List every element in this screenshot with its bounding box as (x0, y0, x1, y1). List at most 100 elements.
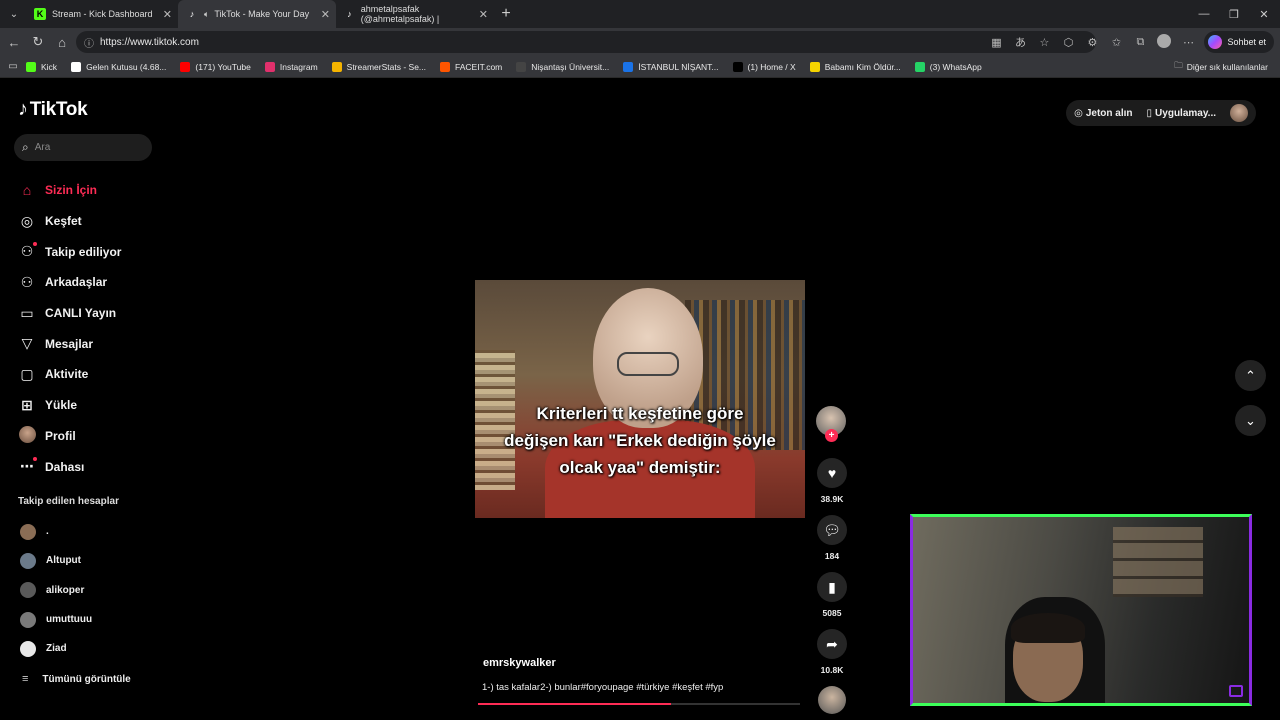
home-icon[interactable]: ⌂ (50, 30, 74, 54)
tab-title: ahmetalpsafak (@ahmetalpsafak) | (360, 4, 440, 24)
sidebar-item-5[interactable]: ▽ Mesajlar (18, 328, 121, 359)
reload-icon[interactable]: ↻ (26, 30, 50, 54)
following-account[interactable]: alikoper (20, 576, 92, 605)
bookmark-item[interactable]: Babamı Kim Öldür... (809, 61, 901, 72)
bookmark-label: Instagram (279, 61, 318, 72)
account-avatar (20, 611, 36, 628)
home-icon: ⌂ (22, 182, 32, 199)
video-author[interactable]: emrskywalker (483, 657, 556, 669)
tiktok-logo[interactable]: ♪ TikTok (18, 98, 88, 121)
following-account[interactable]: . (20, 517, 92, 546)
following-account[interactable]: umuttuuu (20, 605, 92, 634)
minimize-icon[interactable]: — (1188, 0, 1220, 28)
close-window-icon[interactable]: ✕ (1248, 0, 1280, 28)
bookmark-item[interactable]: Nişantaşı Üniversit... (516, 61, 609, 72)
new-tab-icon[interactable]: + (494, 5, 518, 23)
tab-kick-dashboard[interactable]: K Stream - Kick Dashboard ✕ (26, 0, 178, 28)
sidebar-item-4[interactable]: ▭ CANLI Yayın (18, 298, 121, 329)
bookmark-item[interactable]: (3) WhatsApp (914, 61, 982, 72)
other-bookmarks-folder[interactable]: 🗀︎ Diğer sık kullanılanlar (1174, 60, 1268, 74)
video-progress-bar[interactable] (478, 703, 800, 705)
browser-essentials-icon[interactable]: ⚙ (1080, 36, 1104, 49)
sidebar-item-label: Arkadaşlar (45, 275, 108, 290)
sidebar-item-7[interactable]: ⊞ Yükle (18, 390, 121, 421)
get-app-button[interactable]: ▯ Uygulamay... (1147, 108, 1216, 119)
bookmark-item[interactable]: (1) Home / X (732, 61, 796, 72)
tab-tiktok-home[interactable]: ♪ 🔈︎ TikTok - Make Your Day ✕ (178, 0, 336, 28)
address-bar-row: ← ↻ ⌂ ⓘ https://www.tiktok.com ▦ あ ☆ ⬡ ⚙… (0, 28, 1280, 56)
bookmark-icon[interactable]: ▮ (817, 572, 847, 602)
restore-icon[interactable]: ❐ (1218, 0, 1250, 28)
tiktok-logo-icon: ♪ (18, 98, 28, 120)
settings-more-icon[interactable]: ⋯ (1176, 36, 1200, 49)
sidebar-item-8[interactable]: Profil (18, 421, 121, 452)
previous-video-button[interactable]: ⌃ (1235, 360, 1266, 391)
close-tab-icon[interactable]: ✕ (479, 8, 488, 21)
webcam-shelf (1113, 527, 1203, 597)
bookmark-item[interactable]: (171) YouTube (180, 61, 251, 72)
save-action: ▮ 5085 (816, 572, 848, 618)
get-coins-button[interactable]: ◎ Jeton alın (1074, 108, 1132, 119)
copilot-button[interactable]: Sohbet et (1204, 31, 1274, 53)
close-tab-icon[interactable]: ✕ (321, 8, 330, 21)
search-icon: ⌕ (22, 140, 29, 154)
get-app-label: Uygulamay... (1155, 107, 1216, 119)
share-icon[interactable]: ➦ (817, 629, 847, 659)
sidebar-item-label: CANLI Yayın (45, 306, 117, 321)
sidebar-item-3[interactable]: ⚇ Arkadaşlar (18, 267, 121, 298)
next-video-button[interactable]: ⌄ (1235, 405, 1266, 436)
close-tab-icon[interactable]: ✕ (163, 8, 172, 21)
speaker-icon[interactable]: 🔈︎ (204, 9, 209, 20)
account-name: alikoper (46, 584, 85, 596)
extensions-icon[interactable]: ⬡ (1056, 36, 1080, 49)
tab-title: Stream - Kick Dashboard (52, 9, 153, 19)
bookmark-item[interactable]: Gelen Kutusu (4.68... (71, 61, 166, 72)
search-input[interactable]: ⌕ Ara (14, 134, 152, 161)
translate-icon[interactable]: あ (1008, 34, 1032, 50)
bookmark-item[interactable]: FACEIT.com (440, 61, 502, 72)
favorite-star-icon[interactable]: ☆ (1032, 36, 1056, 49)
sidebar-item-0[interactable]: ⌂ Sizin İçin (18, 175, 121, 206)
video-player[interactable]: Kriterleri tt keşfetine göre değişen kar… (475, 280, 805, 518)
video-person-glasses (617, 352, 679, 376)
bookmark-item[interactable]: StreamerStats - Se... (331, 61, 427, 72)
top-right-actions: ◎ Jeton alın ▯ Uygulamay... (1066, 100, 1256, 126)
tab-ahmetalpsafak[interactable]: ♪ ahmetalpsafak (@ahmetalpsafak) | ✕ (336, 0, 494, 28)
following-account[interactable]: Altuput (20, 546, 92, 575)
get-coins-label: Jeton alın (1085, 107, 1133, 119)
url-field[interactable]: ⓘ https://www.tiktok.com (76, 31, 1096, 53)
sidebar-item-6[interactable]: ▢ Aktivite (18, 359, 121, 390)
heart-icon[interactable]: ♥ (817, 458, 847, 488)
reader-icon[interactable]: ▦ (984, 36, 1008, 49)
back-icon[interactable]: ← (2, 30, 26, 54)
sidebar-item-2[interactable]: ⚇ Takip ediliyor (18, 236, 121, 267)
creator-avatar[interactable]: + (816, 406, 846, 442)
sidebar-item-9[interactable]: ⋯ Dahası (18, 451, 121, 482)
live-icon: ▭ (20, 304, 34, 321)
favorites-icon[interactable]: ✩ (1104, 36, 1128, 49)
notification-dot (33, 242, 37, 247)
collections-icon[interactable]: ⧉ (1128, 36, 1152, 49)
tab-actions-menu-icon[interactable]: ⌄ (2, 4, 26, 24)
bookmarks-menu-icon[interactable]: ▭ (0, 61, 26, 72)
tiktok-page: ♪ TikTok ⌕ Ara ⌂ Sizin İçin ◎ Keşfet ⚇ Takip … (0, 78, 1280, 720)
profile-avatar[interactable] (1152, 33, 1176, 51)
sound-disc-avatar[interactable] (818, 686, 846, 714)
sidebar-item-label: Sizin İçin (45, 183, 98, 198)
see-all-button[interactable]: ≡ Tümünü görüntüle (22, 673, 131, 685)
sidebar-item-1[interactable]: ◎ Keşfet (18, 206, 121, 237)
bookmark-favicon-icon (26, 61, 36, 72)
bookmark-item[interactable]: Kick (26, 61, 57, 72)
user-avatar[interactable] (1230, 104, 1248, 122)
follow-plus-icon[interactable]: + (825, 429, 838, 442)
other-bookmarks-label: Diğer sık kullanılanlar (1186, 61, 1268, 72)
site-info-icon[interactable]: ⓘ (84, 35, 94, 50)
bookmark-item[interactable]: İSTANBUL NİŞANT... (623, 61, 719, 72)
sidebar-item-label: Takip ediliyor (45, 244, 122, 259)
bookmark-label: StreamerStats - Se... (346, 61, 427, 72)
bookmark-item[interactable]: Instagram (264, 61, 318, 72)
following-account[interactable]: Ziad (20, 634, 92, 663)
share-count: 10.8K (820, 665, 844, 675)
bookmark-favicon-icon (71, 61, 82, 72)
comment-icon[interactable]: 💬︎ (817, 515, 847, 545)
